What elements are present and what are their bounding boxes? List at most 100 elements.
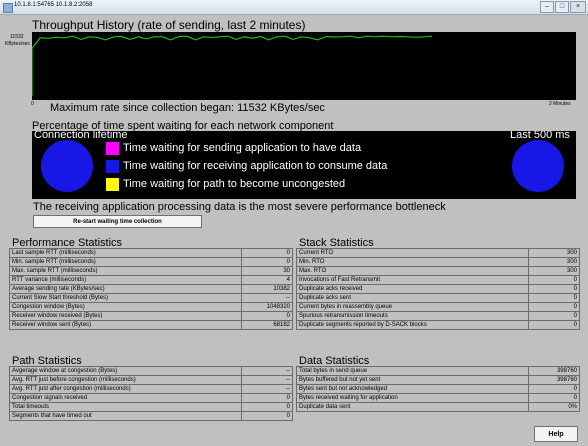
stat-label: Receiver window received (Bytes) bbox=[9, 311, 242, 321]
stat-value: 300 bbox=[528, 257, 580, 267]
throughput-series-line bbox=[31, 35, 433, 96]
stat-value: 0% bbox=[528, 402, 580, 412]
stat-row: Receiver window received (Bytes) 0 bbox=[9, 311, 293, 321]
stat-value: 0 bbox=[241, 257, 293, 267]
stat-row: Bytes sent but not acknowledged 0 bbox=[296, 384, 580, 394]
stat-label: Congestion signals received bbox=[9, 393, 242, 403]
stat-row: Avg. RTT just after congestion (millisec… bbox=[9, 384, 293, 394]
stat-label: Current Slow Start threshold (Bytes) bbox=[9, 293, 242, 303]
performance-table: Last sample RTT (milliseconds) 0 Min. samp… bbox=[9, 248, 293, 330]
minimize-button[interactable]: – bbox=[540, 1, 554, 13]
stack-table: Current RTO 300 Min. RTO 300 Max. RTO 300 Invo… bbox=[296, 248, 580, 330]
stat-value: 0 bbox=[528, 275, 580, 285]
stat-label: Last sample RTT (milliseconds) bbox=[9, 248, 242, 258]
waiting-panel: Connection lifetime Last 500 ms Time wai… bbox=[32, 131, 576, 199]
legend-item-receiving: Time waiting for receiving application t… bbox=[106, 159, 387, 173]
stat-value: 0 bbox=[528, 311, 580, 321]
legend-label-path: Time waiting for path to become unconges… bbox=[123, 178, 346, 190]
stat-label: Current bytes in reassembly queue bbox=[296, 302, 529, 312]
stat-value: 0 bbox=[528, 293, 580, 303]
restart-waiting-button[interactable]: Re-start waiting time collection bbox=[33, 215, 202, 228]
last-500ms-pie bbox=[512, 140, 564, 192]
stat-row: Congestion window (Bytes) 1048320 bbox=[9, 302, 293, 312]
stat-value: 398760 bbox=[528, 375, 580, 385]
legend-swatch-sending bbox=[106, 141, 119, 155]
x-start-label: 0 bbox=[31, 101, 34, 107]
stat-row: Average sending rate (KBytes/sec) 10382 bbox=[9, 284, 293, 294]
stat-row: Min. sample RTT (milliseconds) 0 bbox=[9, 257, 293, 267]
stat-value: 0 bbox=[528, 393, 580, 403]
stat-label: Segments that have timed out bbox=[9, 411, 242, 421]
stat-label: RTT variance (milliseconds) bbox=[9, 275, 242, 285]
stat-row: Max. sample RTT (milliseconds) 30 bbox=[9, 266, 293, 276]
legend-label-receiving: Time waiting for receiving application t… bbox=[123, 160, 388, 172]
legend-swatch-receiving bbox=[106, 159, 119, 173]
stat-value: 0 bbox=[528, 320, 580, 330]
window-controls: – □ × bbox=[540, 1, 586, 13]
maximize-button[interactable]: □ bbox=[555, 1, 569, 13]
stat-value: -- bbox=[241, 384, 293, 394]
throughput-plot bbox=[31, 35, 433, 96]
stat-row: Duplicate data sent 0% bbox=[296, 402, 580, 412]
stat-row: Avg. RTT just before congestion (millise… bbox=[9, 375, 293, 385]
stat-row: Segments that have timed out 0 bbox=[9, 411, 293, 421]
stat-label: Min. RTO bbox=[296, 257, 529, 267]
stat-label: Bytes buffered but not yet sent bbox=[296, 375, 529, 385]
y-max-label: 11532 bbox=[10, 34, 24, 40]
stat-label: Receiver window sent (Bytes) bbox=[9, 320, 242, 330]
stat-label: Total bytes in send queue bbox=[296, 366, 529, 376]
stat-row: Current bytes in reassembly queue 0 bbox=[296, 302, 580, 312]
stat-label: Invocations of Fast Retransmit bbox=[296, 275, 529, 285]
stat-label: Avgerage window at congestion (Bytes) bbox=[9, 366, 242, 376]
stat-value: 0 bbox=[241, 311, 293, 321]
stat-value: 0 bbox=[241, 393, 293, 403]
stat-value: 4 bbox=[241, 275, 293, 285]
stat-value: 0 bbox=[528, 284, 580, 294]
stat-label: Avg. RTT just after congestion (millisec… bbox=[9, 384, 242, 394]
legend-item-path: Time waiting for path to become unconges… bbox=[106, 177, 345, 191]
x-end-label: 2 Minutes bbox=[549, 101, 571, 107]
stat-label: Average sending rate (KBytes/sec) bbox=[9, 284, 242, 294]
stat-value: 0 bbox=[241, 411, 293, 421]
stat-value: 0 bbox=[528, 302, 580, 312]
window-titlebar: 10.1.8.1:54765 10.1.8.2:2058 – □ × bbox=[0, 0, 588, 15]
stat-row: Bytes buffered but not yet sent 398760 bbox=[296, 375, 580, 385]
stat-row: Invocations of Fast Retransmit 0 bbox=[296, 275, 580, 285]
stat-value: 0 bbox=[241, 248, 293, 258]
stat-value: 0 bbox=[241, 402, 293, 412]
stat-row: Current RTO 300 bbox=[296, 248, 580, 258]
stat-label: Bytes received waiting for application bbox=[296, 393, 529, 403]
stat-row: RTT variance (milliseconds) 4 bbox=[9, 275, 293, 285]
stat-row: Receiver window sent (Bytes) 68182 bbox=[9, 320, 293, 330]
stat-row: Max. RTO 300 bbox=[296, 266, 580, 276]
stat-row: Spurious retransmission timeouts 0 bbox=[296, 311, 580, 321]
stat-label: Total timeouts bbox=[9, 402, 242, 412]
stat-value: -- bbox=[241, 366, 293, 376]
stat-label: Congestion window (Bytes) bbox=[9, 302, 242, 312]
stat-label: Current RTO bbox=[296, 248, 529, 258]
stat-label: Duplicate acks received bbox=[296, 284, 529, 294]
stat-label: Duplicate data sent bbox=[296, 402, 529, 412]
stat-value: -- bbox=[241, 293, 293, 303]
stat-value: 10382 bbox=[241, 284, 293, 294]
stat-row: Last sample RTT (milliseconds) 0 bbox=[9, 248, 293, 258]
stat-row: Duplicate acks sent 0 bbox=[296, 293, 580, 303]
stat-label: Max. RTO bbox=[296, 266, 529, 276]
stat-label: Duplicate acks sent bbox=[296, 293, 529, 303]
stat-label: Min. sample RTT (milliseconds) bbox=[9, 257, 242, 267]
stat-value: 300 bbox=[528, 248, 580, 258]
stat-value: 30 bbox=[241, 266, 293, 276]
stat-label: Spurious retransmission timeouts bbox=[296, 311, 529, 321]
legend-item-sending: Time waiting for sending application to … bbox=[106, 141, 361, 155]
data-stats-table: Total bytes in send queue 398760 Bytes buf… bbox=[296, 366, 580, 412]
max-rate-text: Maximum rate since collection began: 115… bbox=[50, 102, 325, 114]
close-button[interactable]: × bbox=[570, 1, 586, 13]
help-button[interactable]: Help bbox=[534, 426, 578, 442]
y-unit-label: KBytes/sec bbox=[5, 41, 31, 47]
connection-lifetime-label: Connection lifetime bbox=[34, 131, 128, 141]
stat-row: Congestion signals received 0 bbox=[9, 393, 293, 403]
stat-value: -- bbox=[241, 375, 293, 385]
stat-value: 68182 bbox=[241, 320, 293, 330]
stat-row: Min. RTO 300 bbox=[296, 257, 580, 267]
stat-row: Current Slow Start threshold (Bytes) -- bbox=[9, 293, 293, 303]
